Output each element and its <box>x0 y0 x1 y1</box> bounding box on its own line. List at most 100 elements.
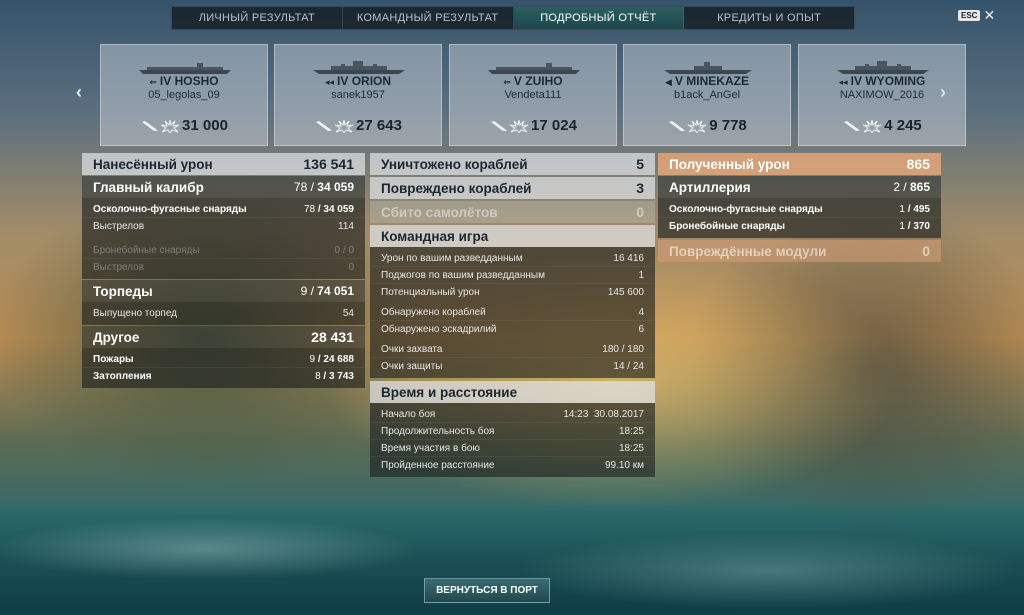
return-to-port-button[interactable]: Вернуться в порт <box>424 578 550 603</box>
time-row: Начало боя 14:23 30.08.2017 <box>381 408 644 420</box>
teamplay-row: Очки защиты 14 / 24 <box>370 357 655 374</box>
player-name: b1ack_AnGel <box>673 89 741 101</box>
ship-damage-value: 4 245 <box>884 117 922 135</box>
battleship-icon: ◂◂ <box>838 77 848 87</box>
ship-damage-value: 9 778 <box>709 117 747 135</box>
teamplay-header: Командная игра <box>370 225 655 247</box>
he-shells-row: Осколочно-фугасные снаряды 78 / 34 059 <box>93 203 354 215</box>
ship-damage-value: 17 024 <box>531 117 577 135</box>
damage-burst-icon <box>334 119 354 133</box>
received-he-row: Осколочно-фугасные снаряды 1 / 495 <box>669 203 930 215</box>
flooding-row: Затопления 8 / 3 743 <box>82 367 365 384</box>
main-battery-value: 78 / 34 059 <box>293 180 354 194</box>
ship-tier: IV <box>159 74 172 88</box>
other-label: Другое <box>93 329 140 345</box>
ship-damage-stat: 4 245 <box>799 117 965 135</box>
ship-tier: IV <box>850 74 863 88</box>
ap-shots-row: Выстрелов 0 <box>82 258 365 275</box>
battleship-icon: ◂◂ <box>324 77 334 87</box>
ship-card[interactable]: ⇐ IV HOSHO 05_legolas_09 31 000 <box>100 44 268 146</box>
ship-title: ZUIHO <box>525 74 563 88</box>
ship-name: ◀ V MINEKAZE <box>624 74 790 88</box>
ship-title: ORION <box>351 74 392 88</box>
ship-name: ⇐ V ZUIHO <box>450 74 616 88</box>
team-stats-panel: Уничтожено кораблей 5 Повреждено корабле… <box>370 153 655 477</box>
teamplay-body: Урон по вашим разведданным 16 416 Поджого… <box>370 247 655 378</box>
ship-card[interactable]: ⇐ V ZUIHO Vendeta111 17 024 <box>449 44 617 146</box>
sunk-ship-icon <box>142 120 159 131</box>
ship-tier: IV <box>337 74 349 88</box>
damage-burst-icon <box>687 119 707 133</box>
esc-key-label: ESC <box>958 9 981 21</box>
tab-credits-xp[interactable]: Кредиты и опыт <box>684 7 854 29</box>
damage-burst-icon <box>509 119 529 133</box>
time-distance-body: Начало боя 14:23 30.08.2017 Продолжительн… <box>370 403 655 477</box>
teamplay-row: Обнаружено эскадрилий 6 <box>370 320 655 337</box>
aircraft-carrier-icon: ⇐ <box>503 77 511 87</box>
damage-received-header: Полученный урон 865 <box>658 153 941 175</box>
ship-title: WYOMING <box>865 74 926 88</box>
ship-damage-value: 31 000 <box>182 117 228 135</box>
other-header: Другое 28 431 <box>82 326 365 348</box>
ship-name: ◂◂ IV WYOMING <box>799 74 965 88</box>
main-battery-label: Главный калибр <box>93 179 204 195</box>
torpedoes-label: Торпеды <box>93 283 153 299</box>
ship-name: ◂◂ IV ORION <box>275 74 441 88</box>
ship-card[interactable]: ◂◂ IV WYOMING NAXIMOW_2016 4 245 <box>798 44 966 146</box>
ship-title: HOSHO <box>174 74 219 88</box>
damage-dealt-value: 136 541 <box>303 156 354 172</box>
sunk-ship-icon <box>316 120 333 131</box>
ship-silhouette-icon <box>837 61 929 74</box>
time-row: Пройденное расстояние 99.10 км <box>370 456 655 473</box>
sunk-ship-icon <box>491 120 508 131</box>
teamplay-row: Урон по вашим разведданным 16 416 <box>381 252 644 264</box>
ship-name: ⇐ IV HOSHO <box>101 74 267 88</box>
ap-shells-row: Бронебойные снаряды 0 / 0 <box>93 244 354 256</box>
damage-dealt-header: Нанесённый урон 136 541 <box>82 153 365 175</box>
ship-silhouette-icon <box>664 62 752 74</box>
main-battery-header: Главный калибр 78 / 34 059 <box>82 176 365 198</box>
player-name: NAXIMOW_2016 <box>839 89 925 101</box>
he-shots-row: Выстрелов 114 <box>82 217 365 234</box>
artillery-header: Артиллерия 2 / 865 <box>658 176 941 198</box>
damage-burst-icon <box>160 119 180 133</box>
sunk-ship-icon <box>669 120 686 131</box>
player-name: Vendeta111 <box>504 89 562 101</box>
ship-tier: V <box>674 74 683 88</box>
destroyed-ships-header: Уничтожено кораблей 5 <box>370 153 655 175</box>
close-icon: ✕ <box>983 7 996 23</box>
time-distance-header: Время и расстояние <box>370 381 655 403</box>
torpedoes-value: 9 / 74 051 <box>300 284 354 298</box>
time-row: Продолжительность боя 18:25 <box>370 422 655 439</box>
ship-silhouette-icon <box>488 63 580 74</box>
torpedoes-header: Торпеды 9 / 74 051 <box>82 280 365 302</box>
main-battery-body: Осколочно-фугасные снаряды 78 / 34 059 В… <box>82 198 365 279</box>
tab-personal-result[interactable]: Личный результат <box>172 7 343 29</box>
ship-silhouette-icon <box>313 61 405 74</box>
damage-received-panel: Полученный урон 865 Артиллерия 2 / 865 О… <box>658 153 941 262</box>
damaged-modules-header: Повреждённые модули 0 <box>658 240 941 262</box>
artillery-body: Осколочно-фугасные снаряды 1 / 495 Броне… <box>658 198 941 238</box>
teamplay-row: Потенциальный урон 145 600 <box>370 283 655 300</box>
tab-team-result[interactable]: Командный результат <box>343 7 514 29</box>
time-row: Время участия в бою 18:25 <box>370 439 655 456</box>
ship-damage-stat: 17 024 <box>450 117 616 135</box>
teamplay-row: Обнаружено кораблей 4 <box>381 306 644 318</box>
player-name: 05_legolas_09 <box>148 89 220 101</box>
close-button[interactable]: ESC ✕ <box>958 7 996 23</box>
ship-tier: V <box>513 74 522 88</box>
destroyer-icon: ◀ <box>665 77 672 87</box>
torpedoes-body: Выпущено торпед 54 <box>82 302 365 325</box>
ship-damage-stat: 27 643 <box>275 117 441 135</box>
received-ap-row: Бронебойные снаряды 1 / 370 <box>658 217 941 234</box>
ship-damage-stat: 9 778 <box>624 117 790 135</box>
ship-card[interactable]: ◀ V MINEKAZE b1ack_AnGel 9 778 <box>623 44 791 146</box>
tab-detailed-report[interactable]: Подробный отчёт <box>513 7 685 29</box>
ship-damage-stat: 31 000 <box>101 117 267 135</box>
ship-card[interactable]: ◂◂ IV ORION sanek1957 27 643 <box>274 44 442 146</box>
sunk-ship-icon <box>844 120 861 131</box>
damaged-ships-header: Повреждено кораблей 3 <box>370 177 655 199</box>
carousel-prev-arrow[interactable]: ‹ <box>76 82 82 103</box>
teamplay-row: Очки захвата 180 / 180 <box>381 343 644 355</box>
ship-damage-value: 27 643 <box>356 117 402 135</box>
